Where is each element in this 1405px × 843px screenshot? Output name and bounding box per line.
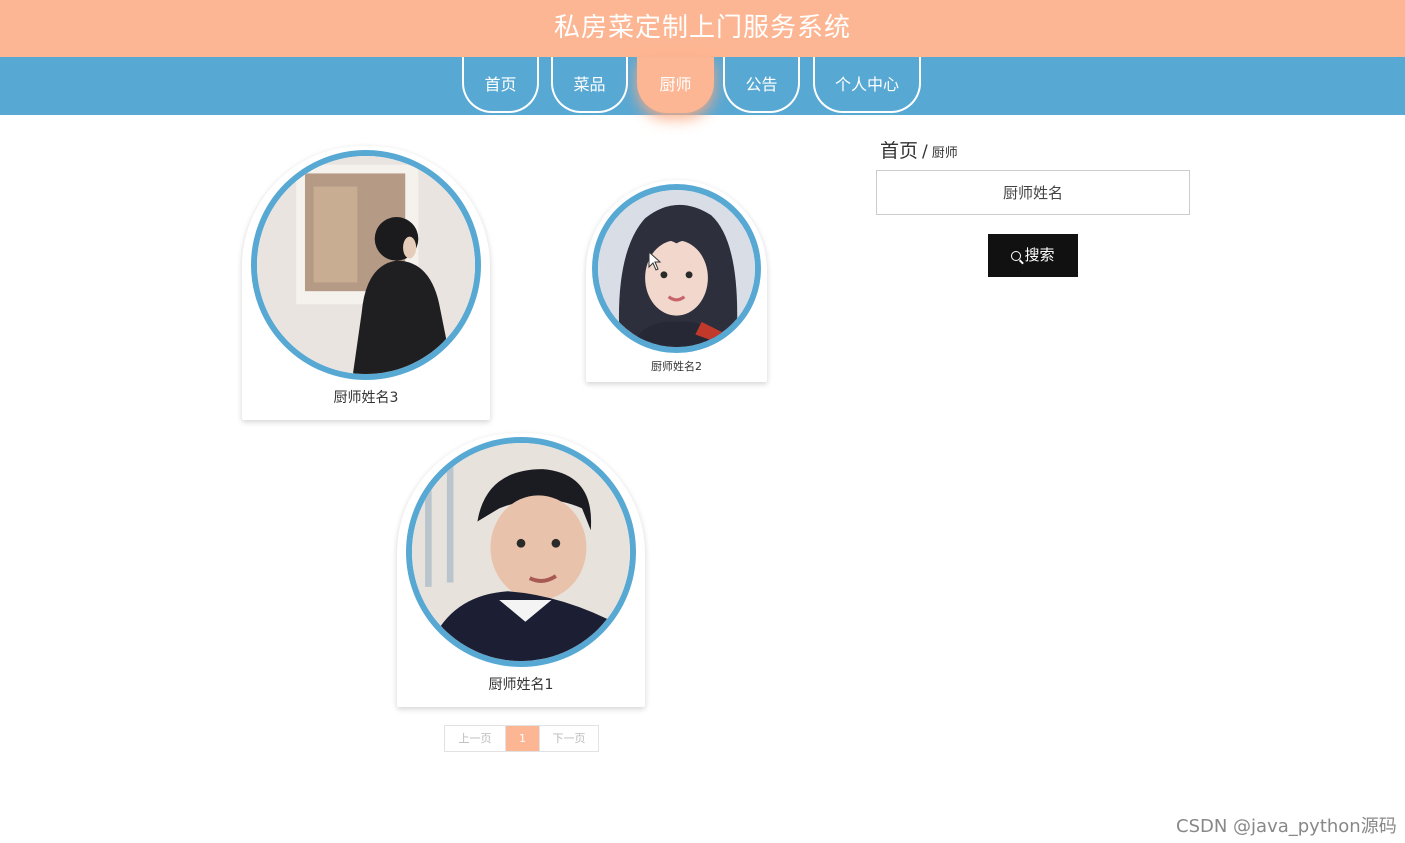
watermark: CSDN @java_python源码 bbox=[1176, 816, 1397, 837]
chef-photo-image bbox=[412, 443, 630, 661]
chef-card[interactable]: 厨师姓名1 bbox=[397, 433, 645, 707]
current-page-button[interactable]: 1 bbox=[506, 726, 539, 751]
prev-page-button[interactable]: 上一页 bbox=[445, 726, 506, 751]
nav-item-dishes[interactable]: 菜品 bbox=[551, 57, 628, 113]
nav-item-personal-center[interactable]: 个人中心 bbox=[813, 57, 921, 113]
chef-avatar[interactable] bbox=[592, 184, 761, 353]
chef-name: 厨师姓名1 bbox=[488, 677, 554, 693]
breadcrumb: 首页 / 厨师 bbox=[880, 136, 958, 163]
nav-item-chefs[interactable]: 厨师 bbox=[637, 57, 714, 113]
nav-item-announcements[interactable]: 公告 bbox=[723, 57, 800, 113]
search-button-label: 搜索 bbox=[1024, 246, 1055, 264]
chef-avatar[interactable] bbox=[251, 150, 481, 380]
search-button[interactable]: 搜索 bbox=[988, 234, 1078, 277]
header-bar: 私房菜定制上门服务系统 bbox=[0, 0, 1405, 57]
search-icon bbox=[1011, 251, 1022, 261]
chef-avatar[interactable] bbox=[406, 437, 636, 667]
breadcrumb-home[interactable]: 首页 bbox=[880, 140, 918, 162]
site-title: 私房菜定制上门服务系统 bbox=[553, 13, 851, 43]
pagination: 上一页 1 下一页 bbox=[444, 725, 599, 752]
nav-bar: 首页 菜品 厨师 公告 个人中心 bbox=[0, 57, 1405, 115]
breadcrumb-current: 厨师 bbox=[931, 146, 958, 161]
next-page-button[interactable]: 下一页 bbox=[539, 726, 598, 751]
breadcrumb-separator: / bbox=[922, 142, 928, 162]
nav-item-home[interactable]: 首页 bbox=[462, 57, 539, 113]
mouse-cursor-icon bbox=[648, 251, 662, 271]
chef-photo-image bbox=[257, 156, 475, 374]
chef-card[interactable]: 厨师姓名3 bbox=[242, 146, 490, 420]
chef-name: 厨师姓名2 bbox=[651, 360, 702, 373]
chef-name: 厨师姓名3 bbox=[333, 390, 399, 406]
chef-card[interactable]: 厨师姓名2 bbox=[586, 180, 767, 382]
chef-name-search-input[interactable] bbox=[876, 170, 1190, 215]
chef-photo-image bbox=[598, 190, 755, 347]
